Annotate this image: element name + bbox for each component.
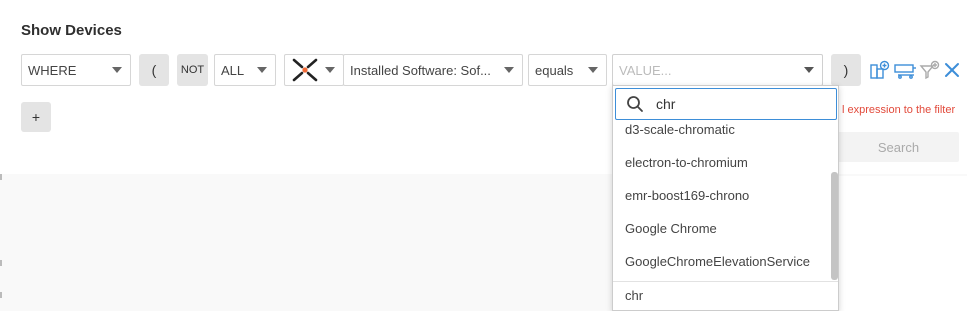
results-panel (838, 176, 967, 311)
list-item[interactable]: emr-boost169-chrono (625, 188, 749, 203)
search-button[interactable]: Search (838, 132, 959, 162)
adapter-logo-icon (292, 58, 318, 82)
open-paren-button[interactable]: ( (139, 54, 169, 86)
chevron-down-icon (588, 67, 598, 73)
add-condition-icon[interactable] (868, 58, 892, 82)
custom-value-option[interactable]: chr (625, 288, 643, 303)
chevron-down-icon (257, 67, 267, 73)
not-label: NOT (180, 64, 205, 76)
close-paren-button[interactable]: ) (831, 54, 861, 86)
chevron-down-icon (804, 67, 814, 73)
field-value: Installed Software: Sof... (350, 62, 491, 78)
list-item[interactable]: GoogleChromeElevationService (625, 254, 810, 269)
left-edge-marks (0, 174, 3, 311)
page-title: Show Devices (21, 22, 122, 39)
value-select[interactable]: VALUE... (612, 54, 823, 86)
search-icon (627, 96, 643, 112)
where-select[interactable]: WHERE (21, 54, 131, 86)
all-select[interactable]: ALL (214, 54, 276, 86)
field-select[interactable]: Installed Software: Sof... (343, 54, 523, 86)
add-filter-icon[interactable] (918, 58, 942, 82)
chevron-down-icon (112, 67, 122, 73)
open-paren-label: ( (151, 62, 157, 78)
dropdown-options: d3-scale-chromatic electron-to-chromium … (613, 122, 829, 282)
search-button-label: Search (877, 139, 920, 155)
all-value: ALL (221, 62, 245, 78)
close-paren-label: ) (843, 62, 849, 78)
adapter-select[interactable] (284, 54, 344, 86)
add-label: + (31, 109, 41, 125)
list-item[interactable]: d3-scale-chromatic (625, 122, 735, 137)
dropdown-search-input[interactable] (656, 96, 806, 112)
list-item[interactable]: Google Chrome (625, 221, 717, 236)
operator-value: equals (535, 62, 574, 78)
where-value: WHERE (28, 62, 77, 78)
add-nested-icon[interactable] (893, 58, 917, 82)
dropdown-search-box[interactable] (615, 88, 837, 120)
chevron-down-icon (504, 67, 514, 73)
divider (613, 281, 838, 282)
add-expression-button[interactable]: + (21, 102, 51, 132)
value-dropdown: d3-scale-chromatic electron-to-chromium … (612, 85, 839, 311)
close-icon[interactable] (940, 58, 964, 82)
dropdown-scrollbar[interactable] (831, 172, 838, 280)
list-item[interactable]: electron-to-chromium (625, 155, 748, 170)
chevron-down-icon (325, 67, 335, 73)
error-message: l expression to the filter (842, 104, 956, 116)
value-placeholder: VALUE... (619, 62, 672, 78)
not-button[interactable]: NOT (177, 54, 208, 86)
operator-select[interactable]: equals (528, 54, 607, 86)
